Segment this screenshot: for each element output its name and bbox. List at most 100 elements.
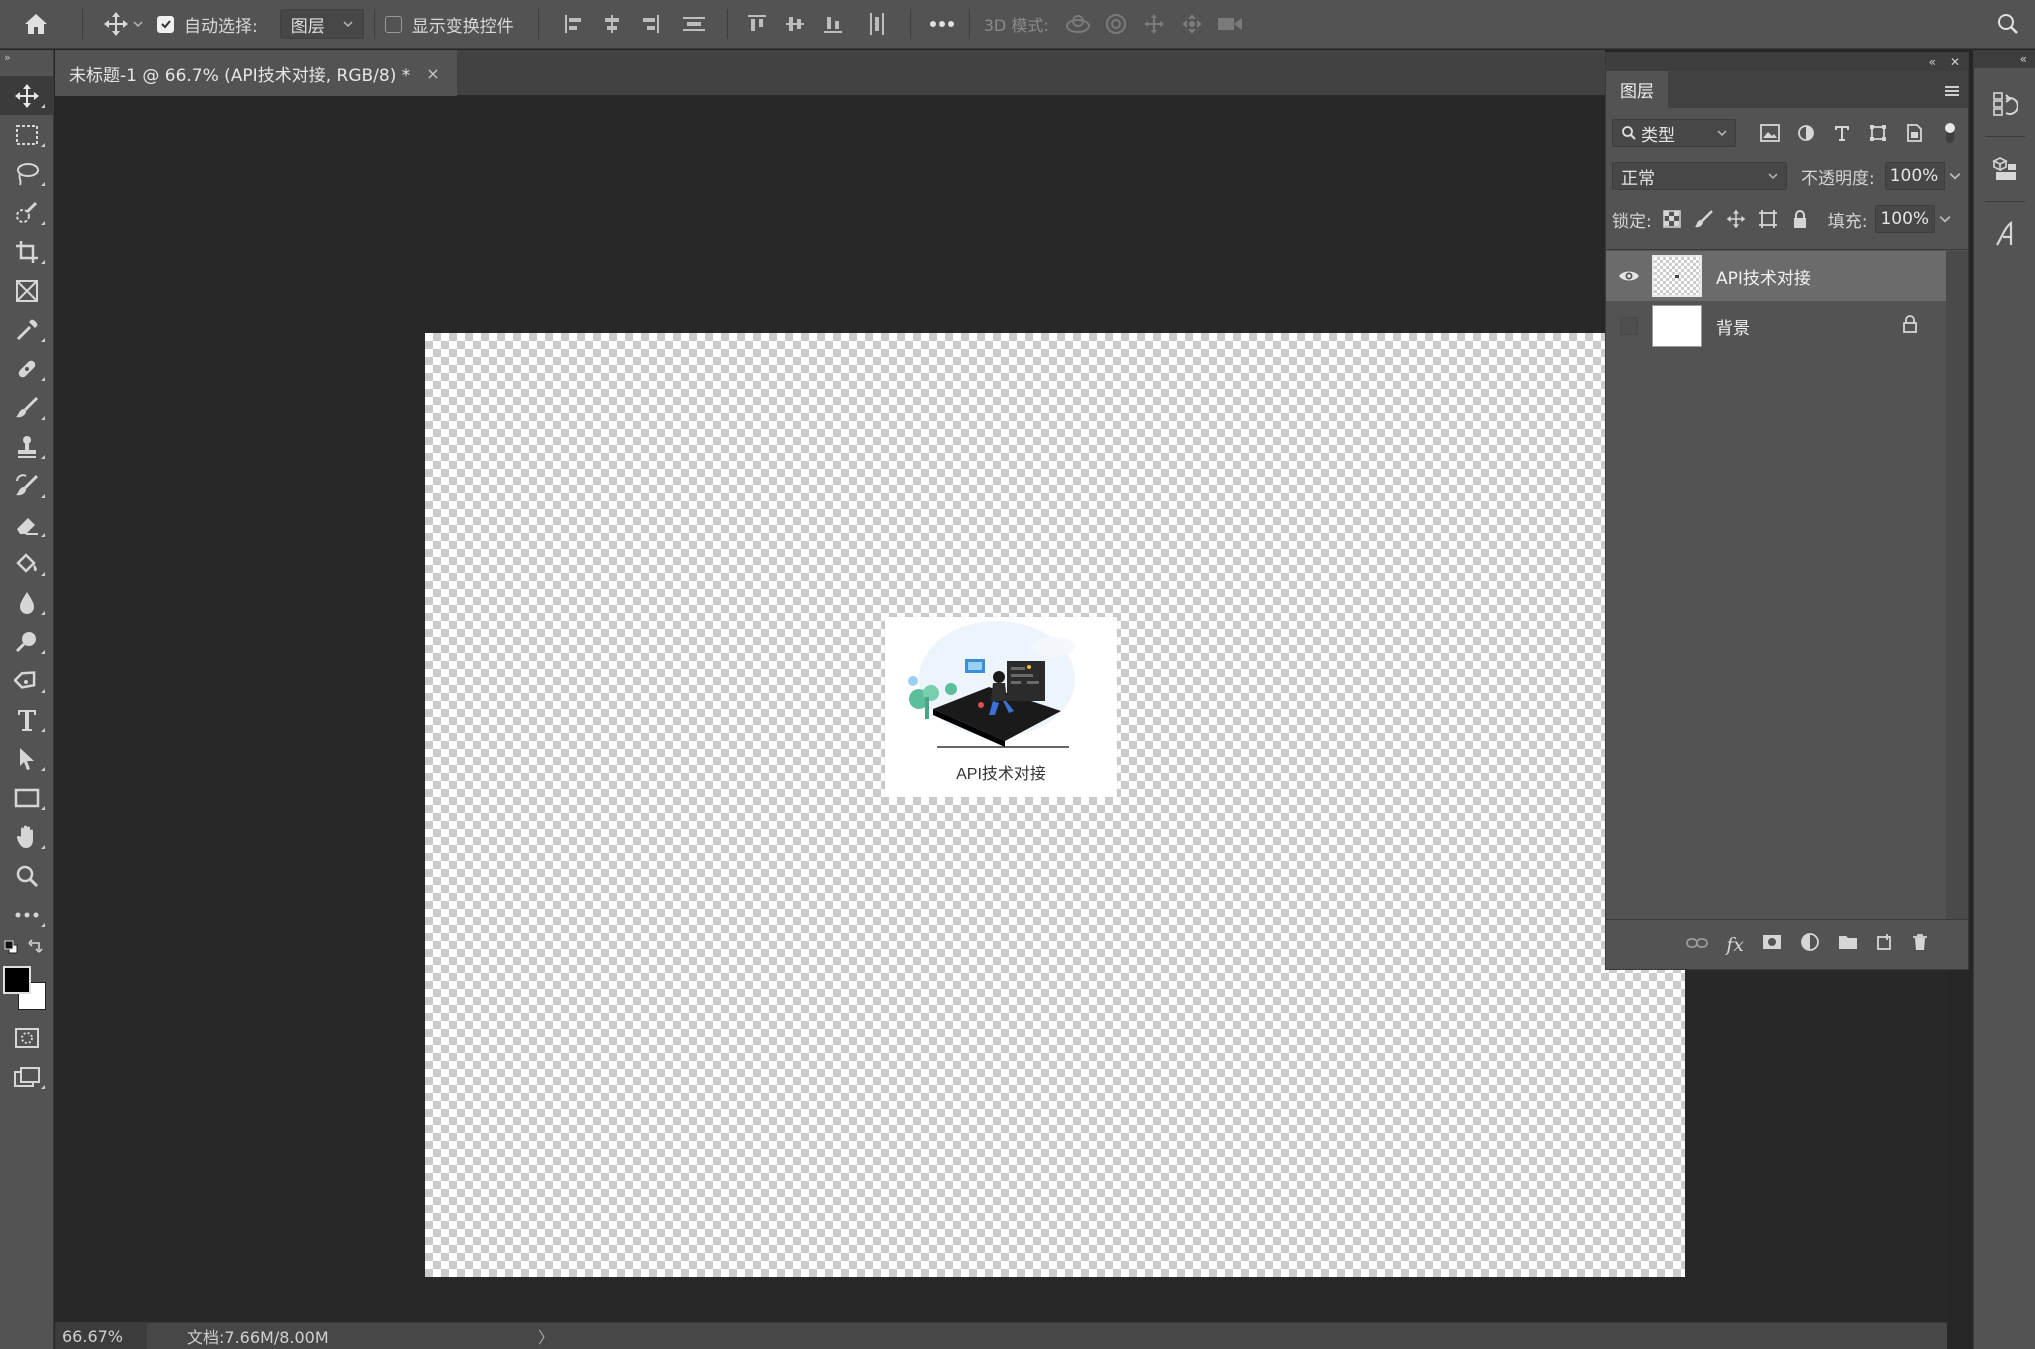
frame-icon (16, 279, 38, 302)
auto-select-target[interactable]: 图层 (279, 0, 364, 49)
document-tab[interactable]: 未标题-1 @ 66.7% (API技术对接, RGB/8) * × (55, 50, 457, 96)
filter-toggle-icon[interactable] (1938, 121, 1962, 145)
pixel-filter-icon[interactable] (1758, 121, 1782, 145)
type-tool[interactable] (0, 700, 54, 739)
frame-tool[interactable] (0, 271, 54, 310)
close-panel-icon[interactable]: ✕ (1950, 55, 1960, 69)
align-left-edges-icon[interactable] (557, 7, 591, 41)
show-transform-checkbox[interactable] (384, 15, 402, 33)
delete-layer-trash-icon[interactable] (1912, 933, 1928, 956)
rectangular-marquee-icon (16, 124, 38, 145)
link-layers-icon[interactable] (1686, 935, 1709, 955)
rectangle-tool[interactable] (0, 778, 54, 817)
zoom-tool[interactable] (0, 856, 54, 895)
panel-menu-icon[interactable] (1944, 72, 1960, 108)
crop-tool[interactable] (0, 232, 54, 271)
zoom-level-field[interactable]: 66.67% (55, 1322, 147, 1349)
pen-tool[interactable] (0, 661, 54, 700)
auto-select-checkbox[interactable] (157, 15, 174, 33)
new-layer-icon[interactable] (1876, 933, 1894, 956)
move-tool-preset-picker[interactable] (93, 0, 153, 49)
color-swatches (0, 960, 53, 1018)
layer-lock-icon (1902, 314, 1918, 338)
edit-toolbar[interactable] (0, 895, 54, 934)
align-top-edges-icon[interactable] (740, 7, 774, 41)
auto-select-toggle[interactable]: 自动选择: (157, 0, 258, 49)
collapse-panel-icon[interactable]: « (1929, 55, 1936, 69)
align-right-edges-icon[interactable] (633, 7, 667, 41)
visibility-eye-icon[interactable] (1606, 269, 1652, 283)
status-menu-arrow[interactable]: 〉 (538, 1324, 554, 1348)
swap-colors-icon[interactable] (28, 938, 44, 954)
shape-filter-icon[interactable] (1866, 121, 1890, 145)
add-layer-style-icon[interactable]: fx (1726, 934, 1744, 956)
rectangle-icon (14, 788, 40, 807)
tab-layers[interactable]: 图层 (1606, 71, 1668, 108)
fill-field[interactable]: 100% (1875, 205, 1936, 233)
bandage-icon (18, 360, 36, 377)
lock-all-icon[interactable] (1788, 207, 1812, 231)
opacity-field[interactable]: 100% (1884, 162, 1945, 190)
canvas-transparent[interactable] (425, 333, 1685, 1277)
api-illustration-layer[interactable]: API技术对接 (885, 617, 1117, 797)
quick-mask-button[interactable] (0, 1018, 54, 1057)
eyedropper-tool[interactable] (0, 310, 54, 349)
align-vertical-centers-icon[interactable] (778, 7, 812, 41)
layer-row-background[interactable]: 背景 (1606, 301, 1946, 351)
hand-tool[interactable] (0, 817, 54, 856)
paint-bucket-tool[interactable] (0, 544, 54, 583)
clone-stamp-tool[interactable] (0, 427, 54, 466)
visibility-toggle-empty[interactable] (1606, 317, 1652, 335)
filter-buttons (1758, 121, 1962, 145)
brush-tool[interactable] (0, 388, 54, 427)
align-horizontal-centers-icon[interactable] (595, 7, 629, 41)
layers-scrollbar[interactable] (1946, 251, 1968, 919)
path-selection-tool[interactable] (0, 739, 54, 778)
dodge-tool[interactable] (0, 622, 54, 661)
expand-panels-icon[interactable]: « (1974, 50, 2035, 68)
align-bottom-edges-icon[interactable] (816, 7, 850, 41)
fill-slider-chevron-icon[interactable] (1939, 214, 1951, 224)
blur-tool[interactable] (0, 583, 54, 622)
close-icon[interactable]: × (426, 64, 439, 83)
lock-artboard-icon[interactable] (1756, 207, 1780, 231)
history-panel-icon[interactable] (1974, 76, 2035, 132)
show-transform-toggle[interactable]: 显示变换控件 (384, 0, 514, 49)
libraries-panel-icon[interactable] (1974, 141, 2035, 197)
adjustment-filter-icon[interactable] (1794, 121, 1818, 145)
marquee-tool[interactable] (0, 115, 54, 154)
home-icon[interactable] (0, 7, 72, 41)
lock-transparent-pixels-icon[interactable] (1660, 207, 1684, 231)
glyphs-panel-icon[interactable] (1974, 206, 2035, 262)
add-mask-icon[interactable] (1762, 934, 1782, 955)
lock-label: 锁定: (1612, 211, 1652, 232)
blend-mode-dropdown[interactable]: 正常 (1612, 162, 1787, 190)
distribute-horizontal-icon[interactable] (860, 7, 894, 41)
lock-image-pixels-icon[interactable] (1692, 207, 1716, 231)
screen-mode-button[interactable] (0, 1057, 54, 1096)
move-tool[interactable] (0, 76, 54, 115)
new-group-folder-icon[interactable] (1838, 934, 1858, 955)
opacity-slider-chevron-icon[interactable] (1949, 171, 1961, 181)
lock-fill-row: 锁定: 填充: 100% (1606, 198, 1968, 240)
panel-header-strip: « ✕ (1606, 53, 1968, 71)
expand-toolbar-icon[interactable]: » (0, 50, 53, 64)
new-adjustment-layer-icon[interactable] (1800, 932, 1820, 957)
default-colors-icon[interactable] (4, 940, 18, 954)
lasso-tool[interactable] (0, 154, 54, 193)
lock-position-icon[interactable] (1724, 207, 1748, 231)
eraser-tool[interactable] (0, 505, 54, 544)
filter-kind-dropdown[interactable]: 类型 (1612, 119, 1736, 147)
history-brush-tool[interactable] (0, 466, 54, 505)
more-options-icon[interactable] (925, 7, 959, 41)
smart-object-filter-icon[interactable] (1902, 121, 1926, 145)
auto-select-target-dropdown[interactable]: 图层 (279, 9, 364, 39)
quick-selection-tool[interactable] (0, 193, 54, 232)
slide-3d-icon (1175, 7, 1209, 41)
type-filter-icon[interactable] (1830, 121, 1854, 145)
healing-brush-tool[interactable] (0, 349, 54, 388)
search-icon[interactable] (1991, 7, 2025, 41)
foreground-color-swatch[interactable] (3, 966, 31, 994)
distribute-vertical-icon[interactable] (677, 7, 711, 41)
layer-row-api[interactable]: API技术对接 (1606, 251, 1946, 301)
